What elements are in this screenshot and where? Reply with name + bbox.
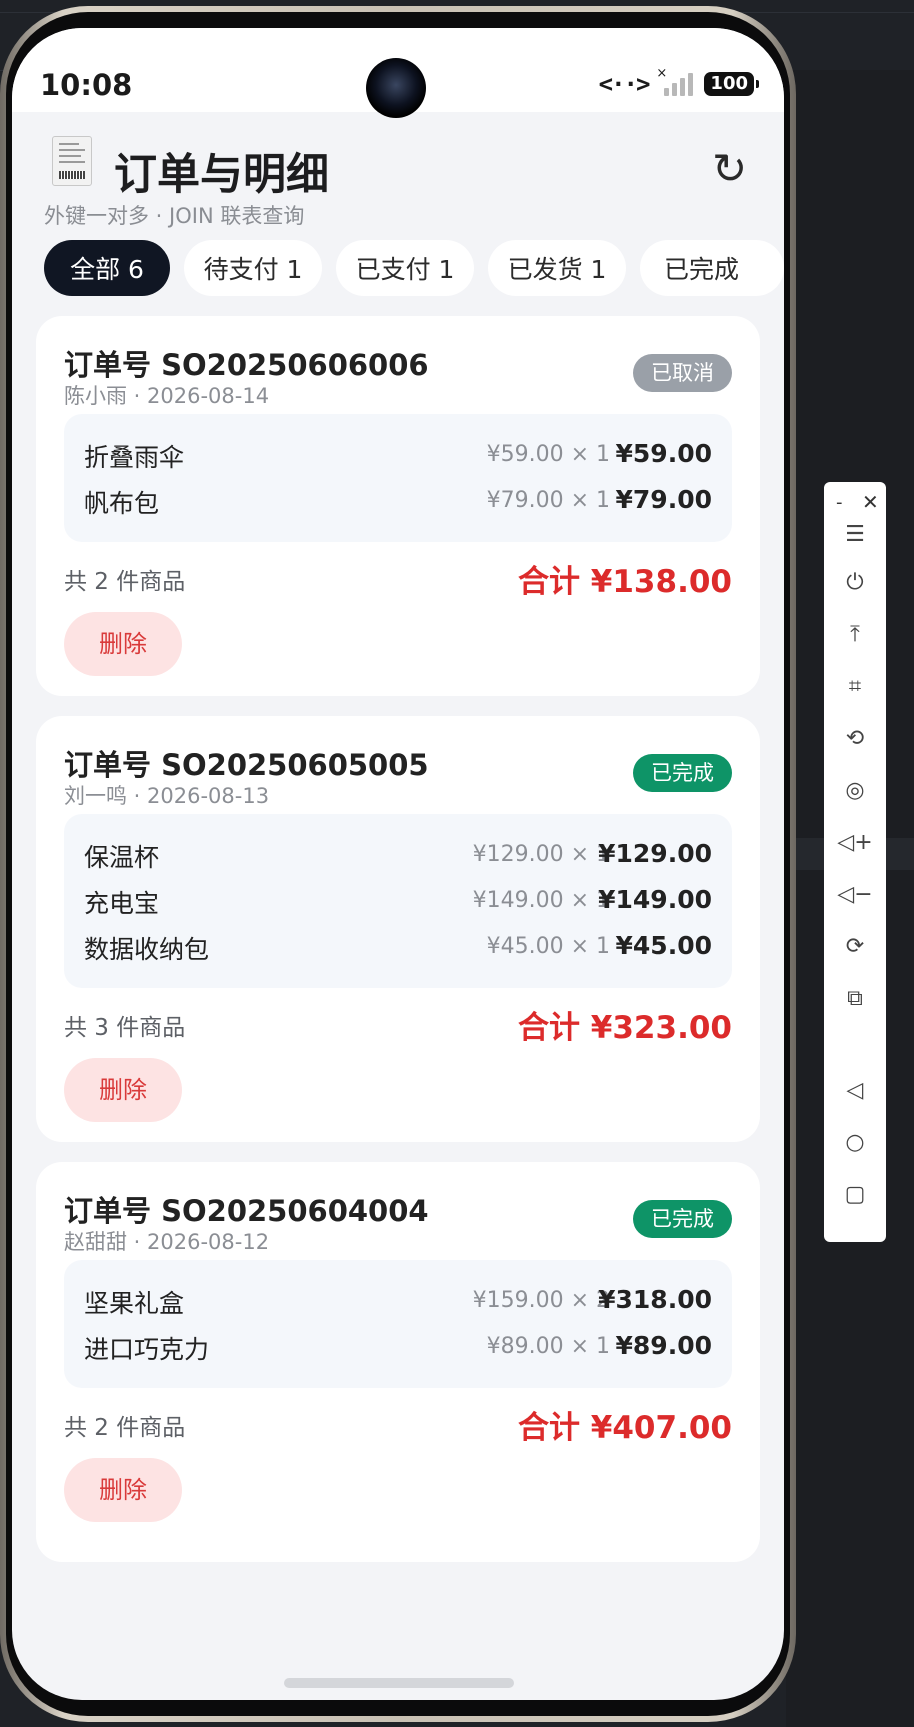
item-count: 共 2 件商品 — [64, 1415, 186, 1441]
order-number: 订单号 SO20250605005 — [64, 748, 429, 782]
item-count: 共 2 件商品 — [64, 569, 186, 595]
page-title: 订单与明细 — [114, 150, 329, 200]
delete-button[interactable]: 删除 — [64, 1058, 182, 1122]
order-items: 保温杯 ¥129.00 × 1 ¥129.00 充电宝 ¥149.00 × 1 … — [64, 814, 732, 988]
signal-icon: × — [656, 66, 696, 96]
item-name: 数据收纳包 — [84, 935, 210, 964]
item-subtotal: ¥318.00 — [598, 1285, 712, 1314]
home-icon[interactable]: ○ — [824, 1128, 886, 1158]
rotate-icon[interactable]: ⟲ — [824, 724, 886, 754]
pin-top-icon[interactable]: ⤒ — [824, 620, 886, 650]
delete-button[interactable]: 删除 — [64, 1458, 182, 1522]
filter-chip-pending[interactable]: 待支付 1 — [184, 240, 322, 296]
order-number: 订单号 SO20250604004 — [64, 1194, 429, 1228]
minimize-icon[interactable]: - — [836, 492, 843, 513]
item-unit-price: ¥79.00 × 1 — [486, 488, 610, 513]
filter-chip-paid[interactable]: 已支付 1 — [336, 240, 474, 296]
recents-icon[interactable]: ▢ — [824, 1180, 886, 1210]
order-item-row: 折叠雨伞 ¥59.00 × 1 ¥59.00 — [64, 430, 732, 480]
order-total: 合计 ¥138.00 — [518, 564, 732, 600]
item-unit-price: ¥129.00 × 1 — [472, 842, 610, 867]
item-subtotal: ¥149.00 — [598, 885, 712, 914]
item-subtotal: ¥89.00 — [615, 1331, 712, 1360]
item-name: 坚果礼盒 — [84, 1289, 185, 1318]
order-customer-date: 刘一鸣 · 2026-08-13 — [64, 784, 270, 808]
page-subtitle: 外键一对多 · JOIN 联表查询 — [44, 204, 305, 228]
item-count: 共 3 件商品 — [64, 1015, 186, 1041]
status-badge: 已取消 — [633, 354, 732, 392]
app-header: 订单与明细 外键一对多 · JOIN 联表查询 ↻ — [12, 112, 784, 228]
order-item-row: 坚果礼盒 ¥159.00 × 2 ¥318.00 — [64, 1276, 732, 1326]
delete-button[interactable]: 删除 — [64, 612, 182, 676]
order-number: 订单号 SO20250606006 — [64, 348, 429, 382]
receipt-icon — [52, 136, 92, 186]
status-filter-bar: 全部 6 待支付 1 已支付 1 已发货 1 已完成 — [44, 240, 784, 298]
order-customer-date: 陈小雨 · 2026-08-14 — [64, 384, 270, 408]
item-subtotal: ¥45.00 — [615, 931, 712, 960]
menu-icon[interactable]: ☰ — [824, 520, 886, 550]
order-item-row: 充电宝 ¥149.00 × 1 ¥149.00 — [64, 876, 732, 926]
order-item-row: 进口巧克力 ¥89.00 × 1 ¥89.00 — [64, 1322, 732, 1372]
order-items: 坚果礼盒 ¥159.00 × 2 ¥318.00 进口巧克力 ¥89.00 × … — [64, 1260, 732, 1388]
order-customer-date: 赵甜甜 · 2026-08-12 — [64, 1230, 270, 1254]
item-subtotal: ¥59.00 — [615, 439, 712, 468]
multi-screen-icon[interactable]: ⧉ — [824, 984, 886, 1014]
front-camera — [366, 58, 426, 118]
filter-chip-all[interactable]: 全部 6 — [44, 240, 170, 296]
status-time: 10:08 — [40, 68, 133, 102]
power-icon[interactable]: ⏻ — [824, 568, 886, 598]
item-name: 充电宝 — [84, 889, 160, 918]
item-unit-price: ¥149.00 × 1 — [472, 888, 610, 913]
emulator-toolbar: - ✕ ☰ ⏻ ⤒ ⌗ ⟲ ◎ ◁+ ◁− ⟳ ⧉ ◁ ○ ▢ — [824, 482, 886, 1242]
item-name: 帆布包 — [84, 489, 160, 518]
order-total: 合计 ¥323.00 — [518, 1010, 732, 1046]
order-item-row: 数据收纳包 ¥45.00 × 1 ¥45.00 — [64, 922, 732, 972]
status-badge: 已完成 — [633, 1200, 732, 1238]
battery-icon: 100 — [704, 72, 759, 96]
volume-up-icon[interactable]: ◁+ — [824, 828, 886, 858]
shake-icon[interactable]: ⟳ — [824, 932, 886, 962]
gesture-home-bar[interactable] — [284, 1678, 514, 1688]
volume-down-icon[interactable]: ◁− — [824, 880, 886, 910]
order-card: 订单号 SO20250606006 陈小雨 · 2026-08-14 已取消 折… — [36, 316, 760, 696]
dev-mode-icon: <··> — [598, 70, 651, 98]
item-name: 折叠雨伞 — [84, 443, 185, 472]
close-icon[interactable]: ✕ — [862, 490, 879, 514]
filter-chip-shipped[interactable]: 已发货 1 — [488, 240, 626, 296]
order-card: 订单号 SO20250604004 赵甜甜 · 2026-08-12 已完成 坚… — [36, 1162, 760, 1562]
phone-screen: 10:08 <··> × 100 订单与明细 外键一对多 · JOIN 联表查询… — [12, 28, 784, 1700]
item-subtotal: ¥79.00 — [615, 485, 712, 514]
status-bar: 10:08 <··> × 100 — [12, 28, 784, 118]
item-unit-price: ¥59.00 × 1 — [486, 442, 610, 467]
order-item-row: 帆布包 ¥79.00 × 1 ¥79.00 — [64, 476, 732, 526]
item-unit-price: ¥89.00 × 1 — [486, 1334, 610, 1359]
order-total: 合计 ¥407.00 — [518, 1410, 732, 1446]
item-name: 进口巧克力 — [84, 1335, 210, 1364]
item-unit-price: ¥45.00 × 1 — [486, 934, 610, 959]
crop-icon[interactable]: ⌗ — [824, 672, 886, 702]
order-item-row: 保温杯 ¥129.00 × 1 ¥129.00 — [64, 830, 732, 880]
status-badge: 已完成 — [633, 754, 732, 792]
item-name: 保温杯 — [84, 843, 160, 872]
order-items: 折叠雨伞 ¥59.00 × 1 ¥59.00 帆布包 ¥79.00 × 1 ¥7… — [64, 414, 732, 542]
screenshot-icon[interactable]: ◎ — [824, 776, 886, 806]
order-card: 订单号 SO20250605005 刘一鸣 · 2026-08-13 已完成 保… — [36, 716, 760, 1142]
item-subtotal: ¥129.00 — [598, 839, 712, 868]
item-unit-price: ¥159.00 × 2 — [472, 1288, 610, 1313]
filter-chip-completed[interactable]: 已完成 — [640, 240, 784, 296]
back-icon[interactable]: ◁ — [824, 1076, 886, 1106]
status-icons: <··> × 100 — [598, 66, 759, 98]
refresh-icon[interactable]: ↻ — [712, 148, 747, 190]
